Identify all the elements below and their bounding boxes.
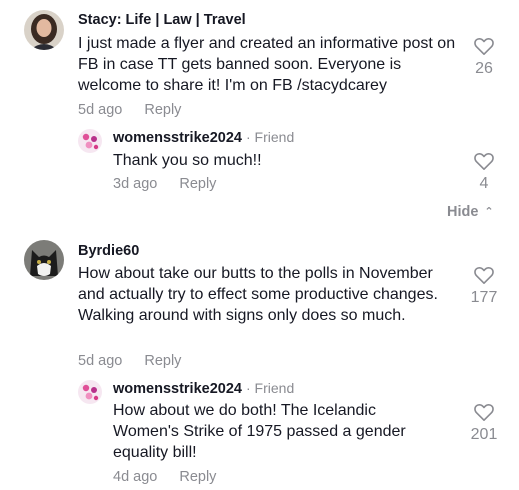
avatar-stacy[interactable] <box>24 10 64 50</box>
reply-time: 3d ago <box>113 176 158 192</box>
reply-time: 4d ago <box>113 469 158 485</box>
like-count: 4 <box>479 175 489 192</box>
like-button[interactable]: 201 <box>464 402 504 444</box>
heart-outline-icon <box>474 153 494 170</box>
like-count: 26 <box>475 60 493 77</box>
comment-thread-1: Stacy: Life | Law | Travel I just made a… <box>0 0 519 230</box>
comment-username[interactable]: Stacy: Life | Law | Travel <box>78 12 246 28</box>
reply-meta: 4d ago Reply <box>113 469 216 485</box>
chevron-up-icon: ⌃ <box>484 206 494 218</box>
like-button[interactable]: 26 <box>464 36 504 78</box>
comment-text: How about take our butts to the polls in… <box>78 265 438 324</box>
reply-button[interactable]: Reply <box>179 469 216 485</box>
reply-username[interactable]: womensstrike2024 · Friend <box>113 380 294 397</box>
heart-outline-icon <box>474 267 494 284</box>
heart-outline-icon <box>474 404 494 421</box>
friend-tag: · Friend <box>246 129 295 145</box>
reply-text: Thank you so much!! <box>113 152 262 169</box>
reply-button[interactable]: Reply <box>144 353 181 369</box>
reply-username[interactable]: womensstrike2024 · Friend <box>113 129 294 146</box>
like-button[interactable]: 4 <box>464 151 504 193</box>
comment-thread-2: Byrdie60 How about take our butts to the… <box>0 230 519 490</box>
comment-meta: 5d ago Reply <box>78 102 181 118</box>
avatar-byrdie60[interactable] <box>24 240 64 280</box>
comment-username[interactable]: Byrdie60 <box>78 243 139 259</box>
avatar-womensstrike2024[interactable] <box>78 380 102 404</box>
comment-time: 5d ago <box>78 353 123 369</box>
reply-text: How about we do both! The Icelandic Wome… <box>113 402 406 461</box>
like-button[interactable]: 177 <box>464 265 504 307</box>
hide-replies-button[interactable]: Hide ⌃ <box>447 204 494 220</box>
comment-meta: 5d ago Reply <box>78 353 181 369</box>
like-count: 201 <box>470 426 498 443</box>
reply-button[interactable]: Reply <box>179 176 216 192</box>
heart-outline-icon <box>474 38 494 55</box>
comment-text: I just made a flyer and created an infor… <box>78 35 456 94</box>
friend-tag: · Friend <box>246 380 295 396</box>
like-count: 177 <box>470 289 498 306</box>
avatar-womensstrike2024[interactable] <box>78 129 102 153</box>
reply-meta: 3d ago Reply <box>113 176 216 192</box>
comment-time: 5d ago <box>78 102 123 118</box>
reply-button[interactable]: Reply <box>144 102 181 118</box>
